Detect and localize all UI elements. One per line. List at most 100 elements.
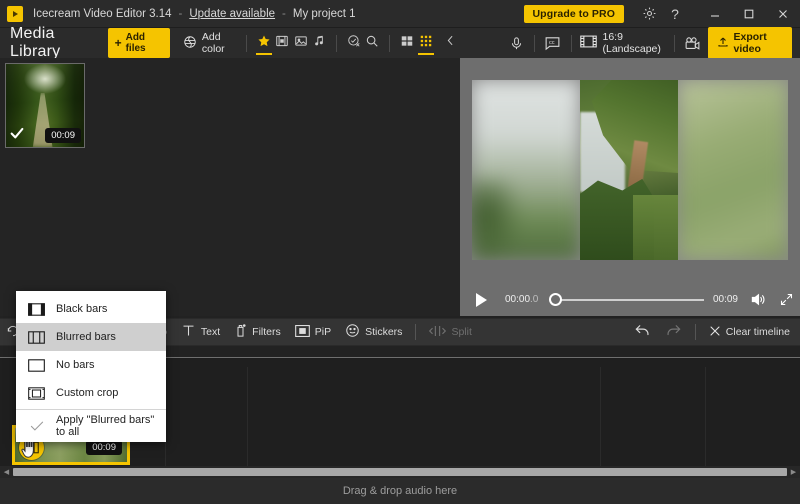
- color-wheel-icon: [183, 35, 197, 52]
- text-t-icon: [181, 323, 196, 341]
- smiley-icon: [345, 323, 360, 341]
- pip-label: PiP: [314, 326, 332, 338]
- scroll-right-arrow[interactable]: ▶: [787, 468, 800, 476]
- export-video-label: Export video: [733, 31, 767, 55]
- export-video-button[interactable]: Export video: [707, 27, 793, 59]
- close-button[interactable]: [766, 0, 800, 28]
- microphone-icon[interactable]: [506, 31, 526, 55]
- plus-icon: +: [114, 36, 122, 50]
- clear-timeline-button[interactable]: Clear timeline: [702, 318, 800, 346]
- music-note-icon[interactable]: [310, 31, 328, 55]
- preview-divider-2: [570, 34, 572, 52]
- add-files-button[interactable]: + Add files: [107, 28, 170, 58]
- scrollbar-track[interactable]: [13, 468, 787, 476]
- large-grid-icon[interactable]: [398, 31, 416, 55]
- video-camera-icon[interactable]: [683, 31, 703, 55]
- question-mark-icon[interactable]: ?: [662, 1, 688, 27]
- maximize-button[interactable]: [732, 0, 766, 28]
- chevron-left-icon[interactable]: [442, 31, 460, 55]
- preview-header: cc 16:9 (Landscape) Export video: [460, 27, 800, 59]
- add-color-button[interactable]: Add color: [183, 31, 238, 55]
- audio-drop-label: Drag & drop audio here: [342, 485, 458, 497]
- seek-handle[interactable]: [549, 292, 562, 306]
- text-tool[interactable]: Text: [174, 318, 227, 346]
- title-bar: Icecream Video Editor 3.14 - Update avai…: [0, 0, 800, 28]
- blurred-bar-left: [472, 80, 580, 260]
- menu-item-no-bars[interactable]: No bars: [16, 351, 166, 379]
- pip-tool[interactable]: PiP: [288, 318, 338, 346]
- timeline-gridline: [247, 367, 248, 466]
- video-preview-frame[interactable]: [472, 80, 788, 260]
- current-time-value: 00:00: [505, 294, 531, 305]
- undo-arrow-icon: [634, 323, 651, 341]
- blurred-bar-right: [678, 80, 788, 260]
- upgrade-to-pro-button[interactable]: Upgrade to PRO: [523, 4, 624, 23]
- seek-bar[interactable]: [549, 292, 707, 307]
- preview-divider-1: [534, 34, 535, 52]
- expand-icon[interactable]: [772, 287, 800, 313]
- app-name: Icecream Video Editor 3.14: [33, 7, 172, 20]
- media-thumbnail[interactable]: 00:09: [5, 63, 85, 148]
- search-icon[interactable]: [363, 31, 381, 55]
- gear-icon[interactable]: [636, 1, 662, 27]
- menu-label: Blurred bars: [56, 331, 116, 343]
- stickers-tool[interactable]: Stickers: [338, 318, 409, 346]
- timeline-scrollbar[interactable]: ◀ ▶: [0, 466, 800, 478]
- timeline-gridline: [705, 367, 706, 466]
- menu-item-black-bars[interactable]: Black bars: [16, 295, 166, 323]
- stickers-label: Stickers: [365, 326, 403, 338]
- current-time: 00:00.0: [505, 294, 543, 305]
- favorites-filter-icon[interactable]: [255, 31, 273, 55]
- aspect-ratio-label: 16:9 (Landscape): [602, 31, 661, 55]
- filters-icon: [234, 323, 247, 341]
- preview-divider-3: [673, 34, 675, 52]
- check-icon: [28, 419, 45, 433]
- undo-button[interactable]: [627, 318, 658, 346]
- divider-3: [389, 34, 391, 52]
- divider-2: [335, 34, 337, 52]
- update-available-link[interactable]: Update available: [189, 8, 275, 20]
- scrollbar-thumb[interactable]: [13, 468, 787, 476]
- add-color-label: Add color: [201, 31, 225, 55]
- aspect-ratio-selector[interactable]: 16:9 (Landscape): [579, 31, 666, 55]
- timeline-gridline: [600, 367, 601, 466]
- closed-caption-icon[interactable]: cc: [543, 31, 563, 55]
- no-bars-icon: [28, 358, 45, 372]
- menu-item-apply-all[interactable]: Apply "Blurred bars" to all: [16, 412, 166, 440]
- minimize-button[interactable]: [698, 0, 732, 28]
- text-label: Text: [200, 326, 221, 338]
- selected-check-icon: [9, 125, 25, 144]
- menu-label: Black bars: [56, 303, 108, 315]
- redo-arrow-icon: [665, 323, 682, 341]
- redo-button[interactable]: [658, 318, 689, 346]
- video-editor-window: Icecream Video Editor 3.14 - Update avai…: [0, 0, 800, 504]
- toolbar-divider-2: [694, 324, 696, 340]
- menu-item-custom-crop[interactable]: Custom crop: [16, 379, 166, 407]
- menu-label: Apply "Blurred bars" to all: [56, 414, 155, 438]
- scroll-left-arrow[interactable]: ◀: [0, 468, 13, 476]
- filters-tool[interactable]: Filters: [227, 318, 288, 346]
- unselect-icon[interactable]: [345, 31, 363, 55]
- close-x-icon: [709, 325, 721, 340]
- thumbnail-duration-badge: 00:09: [45, 128, 81, 143]
- split-label: Split: [451, 326, 472, 338]
- svg-text:cc: cc: [549, 40, 555, 46]
- pip-icon: [294, 324, 310, 341]
- media-library-header: Media Library + Add files Add color: [0, 25, 460, 60]
- play-button[interactable]: [476, 292, 487, 307]
- title-separator-2: -: [282, 7, 286, 20]
- video-preview-panel: [460, 58, 800, 283]
- small-grid-icon[interactable]: [417, 31, 435, 55]
- filters-label: Filters: [252, 326, 281, 338]
- menu-label: Custom crop: [56, 387, 119, 399]
- seek-track: [557, 298, 704, 301]
- menu-item-blurred-bars[interactable]: Blurred bars: [16, 323, 166, 351]
- film-strip-icon[interactable]: [273, 31, 291, 55]
- picture-icon[interactable]: [291, 31, 309, 55]
- split-tool[interactable]: Split: [422, 318, 478, 346]
- add-files-label: Add files: [125, 32, 146, 54]
- speaker-icon[interactable]: [744, 287, 772, 313]
- title-separator-1: -: [178, 7, 183, 20]
- aspect-ratio-icon: [579, 35, 597, 51]
- audio-drop-zone[interactable]: Drag & drop audio here: [0, 478, 800, 504]
